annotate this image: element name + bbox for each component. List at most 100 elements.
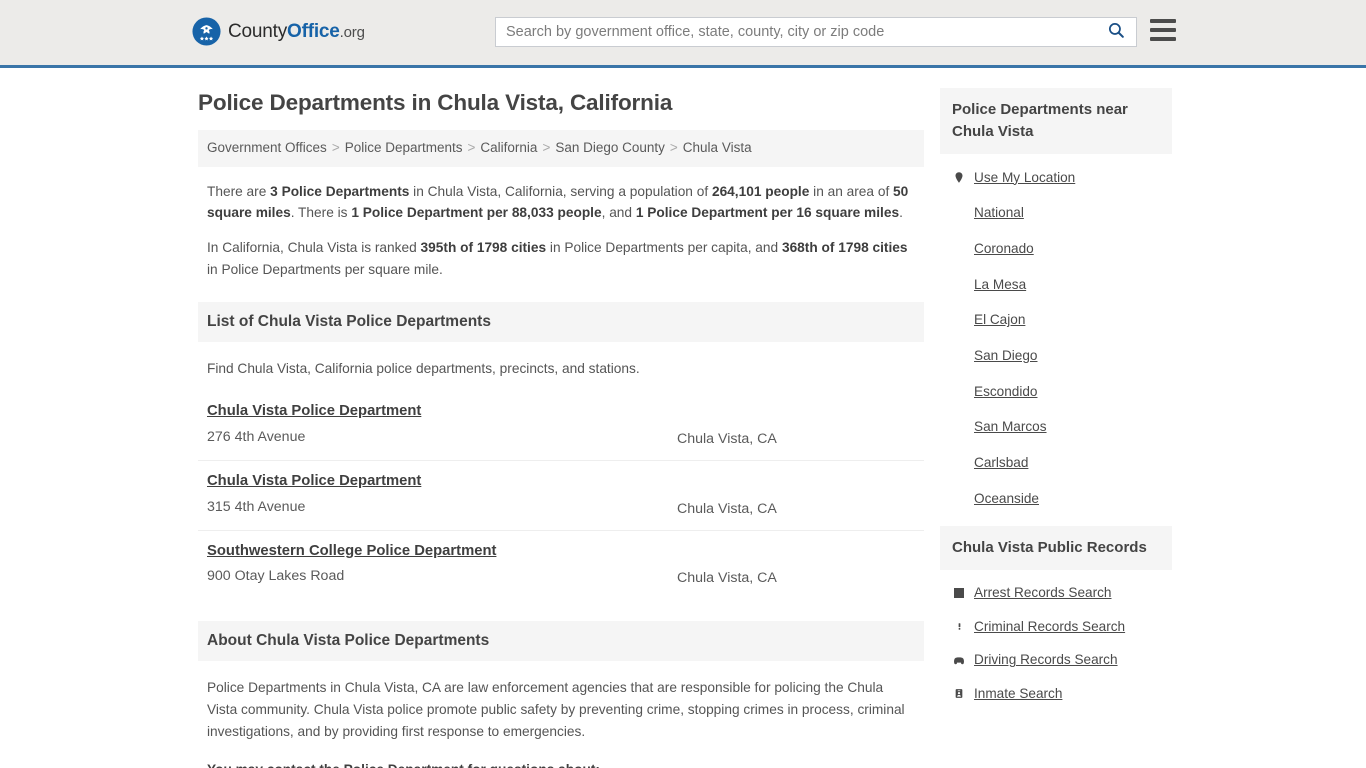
breadcrumb-separator: > — [331, 140, 340, 155]
breadcrumb-separator: > — [542, 140, 551, 155]
eagle-seal-icon — [192, 17, 221, 46]
intro-p1-fragment-7: . There is — [290, 205, 352, 221]
nearby-city-row: Use My Location — [940, 160, 1172, 196]
list-section-header: List of Chula Vista Police Departments — [198, 301, 924, 342]
public-record-link[interactable]: Arrest Records Search — [974, 584, 1112, 602]
nearby-city-row: National — [940, 195, 1172, 231]
nearby-city-link[interactable]: Escondido — [974, 383, 1037, 401]
about-section-header: About Chula Vista Police Departments — [198, 621, 924, 662]
site-logo[interactable]: CountyOffice.org — [192, 17, 365, 46]
nearby-city-link[interactable]: La Mesa — [974, 276, 1026, 294]
nearby-city-row: La Mesa — [940, 267, 1172, 303]
about-section-heading: About Chula Vista Police Departments — [207, 632, 490, 650]
no-icon-spacer — [952, 313, 966, 328]
intro-paragraph-1: There are 3 Police Departments in Chula … — [207, 181, 915, 223]
nearby-city-link[interactable]: Use My Location — [974, 169, 1075, 187]
nearby-city-link[interactable]: San Diego — [974, 347, 1037, 365]
hamburger-bar — [1150, 28, 1176, 32]
id-badge-icon — [952, 686, 966, 701]
main-content: Police Departments in Chula Vista, Calif… — [198, 68, 924, 768]
site-header: CountyOffice.org — [0, 0, 1366, 68]
public-record-row: Driving Records Search — [940, 643, 1172, 677]
search-input[interactable] — [496, 18, 1096, 46]
list-section-description: Find Chula Vista, California police depa… — [207, 360, 640, 376]
nearby-city-row: Carlsbad — [940, 445, 1172, 481]
nearby-city-link[interactable]: San Marcos — [974, 418, 1047, 436]
hamburger-menu-icon[interactable] — [1150, 19, 1176, 41]
breadcrumb-item-1[interactable]: Government Offices — [207, 140, 327, 155]
nearby-city-link[interactable]: Oceanside — [974, 490, 1039, 508]
sidebar: Police Departments near Chula Vista Use … — [940, 68, 1172, 721]
brand-part-county: County — [228, 20, 288, 42]
public-records-box: Chula Vista Public Records Arrest Record… — [940, 526, 1172, 710]
search-icon — [1107, 21, 1126, 43]
department-city-state: Chula Vista, CA — [677, 500, 777, 517]
department-name-link[interactable]: Chula Vista Police Department — [207, 471, 421, 492]
public-record-link[interactable]: Criminal Records Search — [974, 618, 1125, 636]
search-button[interactable] — [1096, 18, 1136, 46]
intro-p2-fragment-1: In California, Chula Vista is ranked — [207, 240, 421, 256]
brand-part-org: .org — [339, 23, 365, 41]
no-icon-spacer — [952, 491, 966, 506]
about-contact-lead: You may contact the Police Department fo… — [207, 759, 915, 768]
nearby-city-link[interactable]: Coronado — [974, 240, 1034, 258]
no-icon-spacer — [952, 455, 966, 470]
intro-p2-fragment-2: 395th of 1798 cities — [420, 240, 547, 256]
public-record-link[interactable]: Inmate Search — [974, 685, 1062, 703]
intro-p1-fragment-9: , and — [601, 205, 636, 221]
table-row: Chula Vista Police Department 315 4th Ave… — [198, 461, 924, 531]
public-record-link[interactable]: Driving Records Search — [974, 651, 1118, 669]
police-department-list: Chula Vista Police Department 276 4th Ave… — [198, 391, 924, 599]
department-name-link[interactable]: Southwestern College Police Department — [207, 541, 496, 562]
breadcrumb: Government Offices > Police Departments > Ca… — [198, 130, 924, 167]
nearby-city-row: Coronado — [940, 231, 1172, 267]
about-section-body: Police Departments in Chula Vista, CA ar… — [198, 677, 924, 768]
nearby-city-row: El Cajon — [940, 302, 1172, 338]
no-icon-spacer — [952, 384, 966, 399]
public-records-header: Chula Vista Public Records — [940, 526, 1172, 570]
nearby-city-link[interactable]: El Cajon — [974, 311, 1025, 329]
search-bar[interactable] — [495, 17, 1137, 47]
no-icon-spacer — [952, 241, 966, 256]
intro-p1-fragment-10: 1 Police Department per 16 square miles — [635, 205, 900, 221]
about-paragraph: Police Departments in Chula Vista, CA ar… — [207, 680, 905, 739]
no-icon-spacer — [952, 277, 966, 292]
table-row: Chula Vista Police Department 276 4th Ave… — [198, 391, 924, 461]
intro-p1-fragment-8: 1 Police Department per 88,033 people — [351, 205, 602, 221]
public-records-heading: Chula Vista Public Records — [952, 539, 1147, 557]
department-street-address: 276 4th Avenue — [207, 429, 306, 446]
nearby-departments-box: Police Departments near Chula Vista Use … — [940, 88, 1172, 516]
breadcrumb-item-2[interactable]: Police Departments — [345, 140, 463, 155]
intro-p2-fragment-5: in Police Departments per square mile. — [207, 261, 443, 277]
exclamation-icon — [952, 619, 966, 634]
nearby-city-link[interactable]: Carlsbad — [974, 454, 1028, 472]
list-section-heading: List of Chula Vista Police Departments — [207, 312, 491, 330]
breadcrumb-item-5[interactable]: Chula Vista — [683, 140, 752, 155]
department-city-state: Chula Vista, CA — [677, 430, 777, 447]
nearby-departments-links: Use My Location National Coronado La Mesa El… — [940, 154, 1172, 517]
department-street-address: 900 Otay Lakes Road — [207, 568, 345, 585]
nearby-city-row: San Diego — [940, 338, 1172, 374]
listing-details: Chula Vista Police Department 315 4th Ave… — [207, 471, 677, 518]
table-row: Southwestern College Police Department 90… — [198, 531, 924, 600]
public-record-row: Criminal Records Search — [940, 610, 1172, 644]
nearby-city-row: Oceanside — [940, 481, 1172, 517]
nearby-city-row: Escondido — [940, 374, 1172, 410]
department-name-link[interactable]: Chula Vista Police Department — [207, 401, 421, 422]
intro-p1-fragment-4: 264,101 people — [711, 183, 810, 199]
page-container: Police Departments in Chula Vista, Calif… — [0, 68, 1366, 768]
public-records-links: Arrest Records Search Criminal Records Se… — [940, 570, 1172, 711]
public-record-row: Inmate Search — [940, 677, 1172, 711]
site-logo-text: CountyOffice.org — [228, 21, 365, 43]
breadcrumb-item-4[interactable]: San Diego County — [555, 140, 665, 155]
intro-p1-fragment-2: 3 Police Departments — [270, 183, 410, 199]
nearby-city-link[interactable]: National — [974, 204, 1024, 222]
intro-paragraph-2: In California, Chula Vista is ranked 395… — [207, 237, 915, 279]
intro-p1-fragment-11: . — [899, 205, 903, 221]
listing-details: Chula Vista Police Department 276 4th Ave… — [207, 401, 677, 448]
no-icon-spacer — [952, 206, 966, 221]
listing-details: Southwestern College Police Department 90… — [207, 541, 677, 588]
no-icon-spacer — [952, 348, 966, 363]
breadcrumb-separator: > — [467, 140, 476, 155]
breadcrumb-item-3[interactable]: California — [480, 140, 537, 155]
